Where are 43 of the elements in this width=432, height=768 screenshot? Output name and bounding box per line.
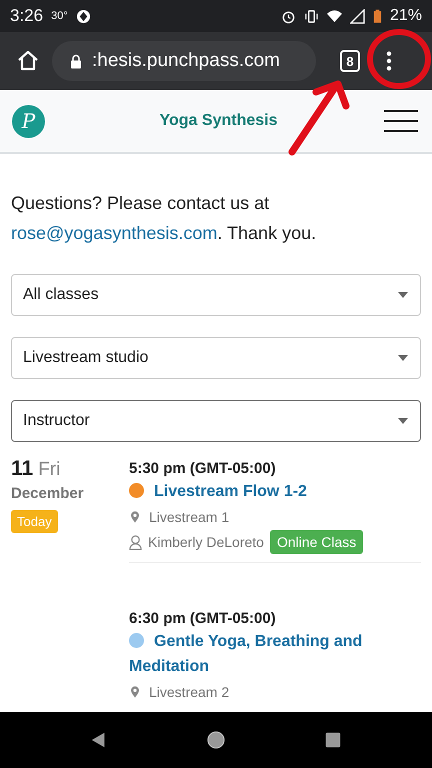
more-icon[interactable] <box>386 50 392 72</box>
event-location: Livestream 1 <box>149 509 230 525</box>
contact-text: Questions? Please contact us at rose@yogasynthesis.com. Thank you. <box>11 192 318 245</box>
event-time: 5:30 pm (GMT-05:00) <box>129 460 276 477</box>
aperture-icon <box>76 8 91 24</box>
signal-icon <box>350 8 365 24</box>
event-title-link[interactable]: Livestream Flow 1-2 <box>129 479 307 504</box>
home-icon[interactable] <box>16 49 40 73</box>
location-pin-icon <box>131 511 139 523</box>
vibrate-icon <box>304 8 319 24</box>
event-location: Livestream 2 <box>149 684 230 700</box>
site-title: Yoga Synthesis <box>158 112 278 130</box>
home-button-icon[interactable] <box>206 731 225 749</box>
dropdown-caret-icon <box>398 355 408 361</box>
filter-dropdown[interactable]: Livestream studio <box>11 337 421 379</box>
tab-count-button[interactable]: 8 <box>340 50 360 72</box>
online-class-tag: Online Class <box>270 530 364 554</box>
wifi-icon <box>326 8 342 24</box>
dropdown-caret-icon <box>398 292 408 298</box>
instructor-name: Kimberly DeLoreto <box>148 534 264 550</box>
alarm-icon <box>280 8 296 24</box>
address-bar[interactable]: :hesis.punchpass.com <box>52 41 316 81</box>
today-badge: Today <box>11 510 58 533</box>
day-number: 11 <box>11 457 34 481</box>
person-icon <box>129 534 142 550</box>
status-time: 3:26 <box>10 6 44 26</box>
battery-icon <box>372 8 382 24</box>
battery-percent: 21% <box>390 7 422 25</box>
recents-icon[interactable] <box>324 731 342 749</box>
lock-icon <box>70 54 82 68</box>
dropdown-caret-icon <box>398 418 408 424</box>
temperature: 30° <box>51 10 68 22</box>
annotation-circle <box>366 28 432 90</box>
filter-dropdown[interactable]: Instructor <box>11 400 421 442</box>
weekday: Fri <box>38 459 60 481</box>
email-link[interactable]: rose@yogasynthesis.com <box>11 223 218 243</box>
month: December <box>11 485 84 502</box>
event-time: 6:30 pm (GMT-05:00) <box>129 610 276 627</box>
menu-icon[interactable] <box>384 110 418 132</box>
location-pin-icon <box>131 686 139 698</box>
url-text: :hesis.punchpass.com <box>92 50 280 72</box>
filter-dropdown[interactable]: All classes <box>11 274 421 316</box>
event-title-link[interactable]: Gentle Yoga, Breathing and Meditation <box>129 629 421 679</box>
